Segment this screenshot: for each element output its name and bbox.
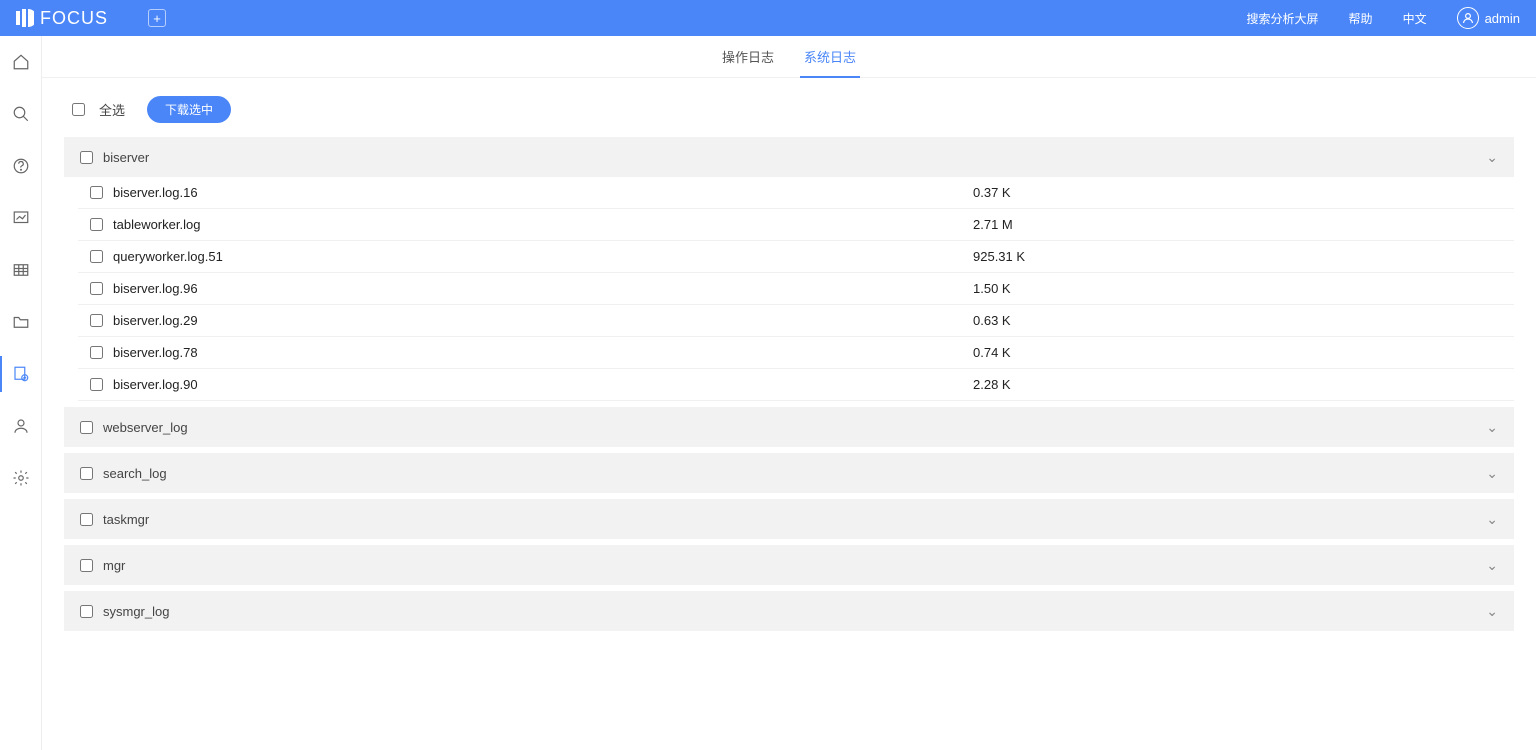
file-name: tableworker.log — [113, 217, 973, 232]
file-checkbox[interactable] — [90, 186, 103, 199]
group-checkbox[interactable] — [80, 467, 93, 480]
file-row[interactable]: biserver.log.780.74 K — [78, 337, 1514, 369]
chevron-down-icon: ⌄ — [1486, 419, 1498, 436]
file-checkbox[interactable] — [90, 314, 103, 327]
content-area: 全选 下载选中 biserver⌄biserver.log.160.37 Kta… — [42, 78, 1536, 750]
group-checkbox[interactable] — [80, 151, 93, 164]
log-group-header[interactable]: sysmgr_log⌄ — [64, 591, 1514, 631]
chart-icon — [12, 209, 30, 227]
tab-bar: 操作日志 系统日志 — [42, 36, 1536, 78]
tab-operation-log[interactable]: 操作日志 — [722, 36, 774, 78]
file-name: queryworker.log.51 — [113, 249, 973, 264]
file-checkbox[interactable] — [90, 282, 103, 295]
file-checkbox[interactable] — [90, 378, 103, 391]
file-name: biserver.log.16 — [113, 185, 973, 200]
folder-icon — [12, 313, 30, 331]
group-name: mgr — [103, 558, 1486, 573]
sidebar-folder[interactable] — [0, 310, 42, 334]
app-logo: FOCUS — [16, 8, 108, 29]
file-size: 0.63 K — [973, 313, 1011, 328]
file-checkbox[interactable] — [90, 218, 103, 231]
download-button[interactable]: 下载选中 — [147, 96, 231, 123]
sidebar-user[interactable] — [0, 414, 42, 438]
chevron-down-icon: ⌄ — [1486, 465, 1498, 482]
log-group-header[interactable]: search_log⌄ — [64, 453, 1514, 493]
file-size: 0.74 K — [973, 345, 1011, 360]
log-group-header[interactable]: mgr⌄ — [64, 545, 1514, 585]
sidebar-table[interactable] — [0, 258, 42, 282]
group-name: biserver — [103, 150, 1486, 165]
user-icon — [12, 417, 30, 435]
group-name: search_log — [103, 466, 1486, 481]
chevron-down-icon: ⌄ — [1486, 557, 1498, 574]
log-group-header[interactable]: taskmgr⌄ — [64, 499, 1514, 539]
sidebar-chart[interactable] — [0, 206, 42, 230]
group-name: webserver_log — [103, 420, 1486, 435]
sidebar-search[interactable] — [0, 102, 42, 126]
top-bar: FOCUS + 搜索分析大屏 帮助 中文 admin — [0, 0, 1536, 36]
file-checkbox[interactable] — [90, 250, 103, 263]
sidebar — [0, 36, 42, 750]
file-size: 2.71 M — [973, 217, 1013, 232]
user-menu[interactable]: admin — [1457, 7, 1520, 29]
group-checkbox[interactable] — [80, 513, 93, 526]
link-help[interactable]: 帮助 — [1349, 10, 1373, 27]
file-row[interactable]: tableworker.log2.71 M — [78, 209, 1514, 241]
user-name: admin — [1485, 11, 1520, 26]
file-row[interactable]: queryworker.log.51925.31 K — [78, 241, 1514, 273]
toolbar: 全选 下载选中 — [64, 78, 1514, 137]
group-name: sysmgr_log — [103, 604, 1486, 619]
app-name: FOCUS — [40, 8, 108, 29]
file-name: biserver.log.90 — [113, 377, 973, 392]
file-checkbox[interactable] — [90, 346, 103, 359]
file-name: biserver.log.96 — [113, 281, 973, 296]
file-row[interactable]: biserver.log.290.63 K — [78, 305, 1514, 337]
select-all-checkbox[interactable] — [72, 103, 85, 116]
file-row[interactable]: biserver.log.961.50 K — [78, 273, 1514, 305]
sidebar-home[interactable] — [0, 50, 42, 74]
sidebar-settings[interactable] — [0, 466, 42, 490]
table-icon — [12, 261, 30, 279]
new-tab-button[interactable]: + — [148, 9, 166, 27]
group-name: taskmgr — [103, 512, 1486, 527]
file-size: 1.50 K — [973, 281, 1011, 296]
system-config-icon — [12, 365, 30, 383]
tab-system-log[interactable]: 系统日志 — [804, 36, 856, 78]
logo-icon — [16, 9, 34, 27]
group-checkbox[interactable] — [80, 605, 93, 618]
avatar-icon — [1457, 7, 1479, 29]
link-search-dashboard[interactable]: 搜索分析大屏 — [1247, 10, 1319, 27]
file-row[interactable]: biserver.log.902.28 K — [78, 369, 1514, 401]
question-icon — [12, 157, 30, 175]
sidebar-system[interactable] — [0, 362, 42, 386]
file-name: biserver.log.78 — [113, 345, 973, 360]
log-group-header[interactable]: webserver_log⌄ — [64, 407, 1514, 447]
select-all-label: 全选 — [99, 100, 125, 119]
file-size: 2.28 K — [973, 377, 1011, 392]
file-size: 925.31 K — [973, 249, 1025, 264]
search-icon — [12, 105, 30, 123]
file-row[interactable]: biserver.log.160.37 K — [78, 177, 1514, 209]
chevron-down-icon: ⌄ — [1486, 149, 1498, 166]
chevron-down-icon: ⌄ — [1486, 603, 1498, 620]
file-list: biserver.log.160.37 Ktableworker.log2.71… — [64, 177, 1514, 401]
sidebar-help[interactable] — [0, 154, 42, 178]
link-language[interactable]: 中文 — [1403, 10, 1427, 27]
log-group-header[interactable]: biserver⌄ — [64, 137, 1514, 177]
gear-icon — [12, 469, 30, 487]
chevron-down-icon: ⌄ — [1486, 511, 1498, 528]
home-icon — [12, 53, 30, 71]
group-checkbox[interactable] — [80, 421, 93, 434]
group-checkbox[interactable] — [80, 559, 93, 572]
file-name: biserver.log.29 — [113, 313, 973, 328]
file-size: 0.37 K — [973, 185, 1011, 200]
